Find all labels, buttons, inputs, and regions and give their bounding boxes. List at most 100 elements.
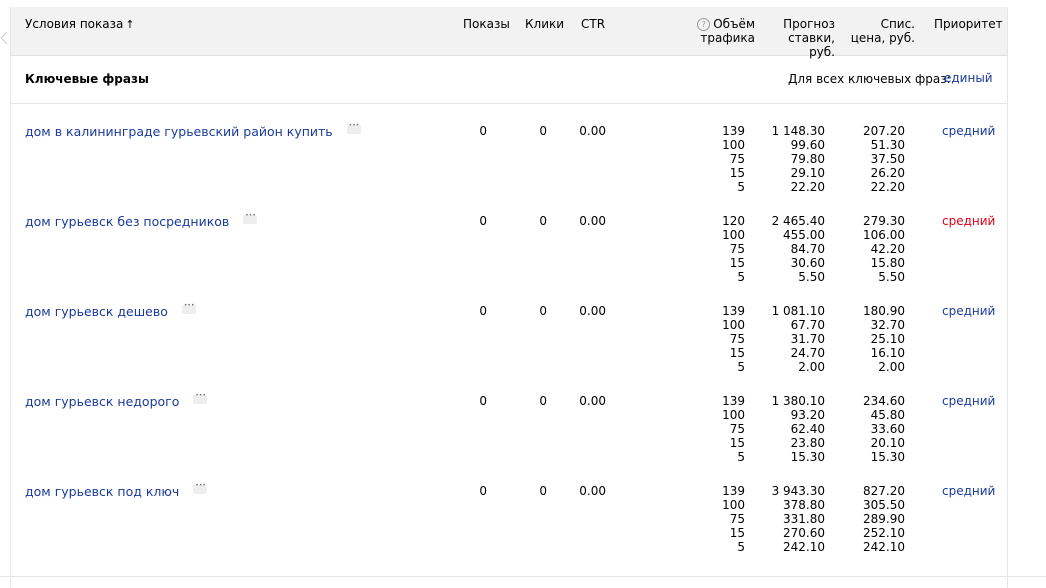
priority-select[interactable]: средний (942, 124, 995, 138)
phrase-text[interactable]: дом гурьевск без посредников (25, 214, 229, 229)
group-priority-value[interactable]: единый (944, 71, 993, 85)
phrase-text[interactable]: дом гурьевск под ключ (25, 484, 179, 499)
price-values-line: 289.90 (863, 512, 905, 526)
column-condition[interactable]: Условия показа ↑ (25, 17, 135, 32)
priority-select[interactable]: средний (942, 394, 995, 408)
volume-values-line: 15 (729, 526, 745, 540)
phrase-text[interactable]: дом в калининграде гурьевский район купи… (25, 124, 333, 139)
priority-select[interactable]: средний (942, 214, 995, 228)
price-values-line: 207.20 (863, 124, 905, 138)
volume-values: 139 100 75 15 5 (701, 304, 745, 374)
more-icon[interactable] (346, 122, 361, 134)
column-price-label-1: Спис. (880, 17, 915, 31)
column-shows[interactable]: Показы (463, 17, 510, 31)
column-volume-label-1: Объём (713, 17, 755, 31)
column-forecast-label-1: Прогноз (783, 17, 835, 31)
forecast-values: 1 081.10 67.70 31.70 24.70 2.00 (755, 304, 825, 374)
forecast-values-line: 62.40 (790, 422, 825, 436)
price-values-line: 51.30 (870, 138, 905, 152)
volume-values-line: 15 (729, 256, 745, 270)
forecast-values-line: 30.60 (790, 256, 825, 270)
forecast-values-line: 2.00 (798, 360, 825, 374)
volume-values-line: 15 (729, 436, 745, 450)
clicks-value: 0 (539, 214, 547, 228)
group-header: Ключевые фразы Для всех ключевых фраз: е… (11, 56, 1007, 104)
column-clicks[interactable]: Клики (525, 17, 564, 31)
volume-values-line: 75 (729, 152, 745, 166)
more-icon[interactable] (193, 482, 208, 494)
phrase-text[interactable]: дом гурьевск недорого (25, 394, 179, 409)
divider (0, 576, 1046, 577)
forecast-values-line: 22.20 (790, 180, 825, 194)
shows-value: 0 (479, 394, 487, 408)
volume-values-line: 5 (737, 450, 745, 464)
column-ctr[interactable]: CTR (581, 17, 605, 31)
clicks-value: 0 (539, 484, 547, 498)
table-row: дом гурьевск под ключ000.00139100751553 … (11, 482, 1007, 574)
ctr-value: 0.00 (579, 214, 606, 228)
group-priority-label: Для всех ключевых фраз: (788, 72, 951, 86)
price-values: 827.20 305.50 289.90 252.10 242.10 (841, 484, 905, 554)
more-icon[interactable] (181, 302, 196, 314)
price-values-line: 242.10 (863, 540, 905, 554)
price-values-line: 252.10 (863, 526, 905, 540)
phrase-link[interactable]: дом гурьевск под ключ (25, 482, 208, 499)
forecast-values-line: 93.20 (790, 408, 825, 422)
phrase-link[interactable]: дом в калининграде гурьевский район купи… (25, 122, 361, 139)
sort-arrow-icon[interactable]: ↑ (125, 18, 134, 31)
group-title: Ключевые фразы (25, 72, 149, 86)
volume-values: 139 100 75 15 5 (701, 124, 745, 194)
forecast-values-line: 79.80 (790, 152, 825, 166)
phrase-text[interactable]: дом гурьевск дешево (25, 304, 168, 319)
volume-values-line: 100 (722, 498, 745, 512)
priority-select[interactable]: средний (942, 304, 995, 318)
shows-value: 0 (479, 484, 487, 498)
volume-values-line: 5 (737, 360, 745, 374)
shows-value: 0 (479, 124, 487, 138)
volume-values-line: 100 (722, 138, 745, 152)
price-values-line: 37.50 (870, 152, 905, 166)
forecast-values-line: 331.80 (783, 512, 825, 526)
more-icon[interactable] (193, 392, 208, 404)
column-priority[interactable]: Приоритет (934, 17, 1003, 31)
price-values-line: 279.30 (863, 214, 905, 228)
price-values: 207.20 51.30 37.50 26.20 22.20 (841, 124, 905, 194)
forecast-values-line: 378.80 (783, 498, 825, 512)
phrase-link[interactable]: дом гурьевск дешево (25, 302, 196, 319)
price-values-line: 45.80 (870, 408, 905, 422)
forecast-values-line: 455.00 (783, 228, 825, 242)
price-values-line: 827.20 (863, 484, 905, 498)
column-price[interactable]: Спис. цена, руб. (847, 17, 915, 45)
price-values: 234.60 45.80 33.60 20.10 15.30 (841, 394, 905, 464)
volume-values-line: 5 (737, 540, 745, 554)
more-icon[interactable] (243, 212, 258, 224)
phrase-link[interactable]: дом гурьевск недорого (25, 392, 208, 409)
clicks-value: 0 (539, 304, 547, 318)
volume-values-line: 120 (722, 214, 745, 228)
column-volume[interactable]: ? Объём трафика (691, 17, 755, 45)
price-values-line: 106.00 (863, 228, 905, 242)
column-forecast[interactable]: Прогноз ставки, руб. (759, 17, 835, 59)
price-values: 279.30 106.00 42.20 15.80 5.50 (841, 214, 905, 284)
table-row: дом гурьевск без посредников 0 0 0.00 120100… (11, 212, 1007, 304)
table-row: дом в калининграде гурьевский район купи… (11, 122, 1007, 214)
volume-values-line: 139 (722, 394, 745, 408)
price-values-line: 32.70 (870, 318, 905, 332)
price-values-line: 16.10 (870, 346, 905, 360)
volume-values: 139 100 75 15 5 (701, 484, 745, 554)
forecast-values: 1 148.30 99.60 79.80 29.10 22.20 (755, 124, 825, 194)
price-values-line: 25.10 (870, 332, 905, 346)
chevron-left-icon[interactable] (0, 31, 8, 45)
priority-select[interactable]: средний (942, 484, 995, 498)
shows-value: 0 (479, 304, 487, 318)
forecast-values-line: 242.10 (783, 540, 825, 554)
help-icon[interactable]: ? (697, 18, 711, 31)
column-forecast-label-2: ставки, руб. (788, 31, 835, 59)
table-row: дом гурьевск дешево000.00139100751551 08… (11, 302, 1007, 394)
phrase-link[interactable]: дом гурьевск без посредников (25, 212, 258, 229)
volume-values-line: 100 (722, 228, 745, 242)
forecast-values: 2 465.40 455.00 84.70 30.60 5.50 (755, 214, 825, 284)
price-values-line: 15.30 (870, 450, 905, 464)
forecast-values: 1 380.10 93.20 62.40 23.80 15.30 (755, 394, 825, 464)
volume-values-line: 15 (729, 166, 745, 180)
